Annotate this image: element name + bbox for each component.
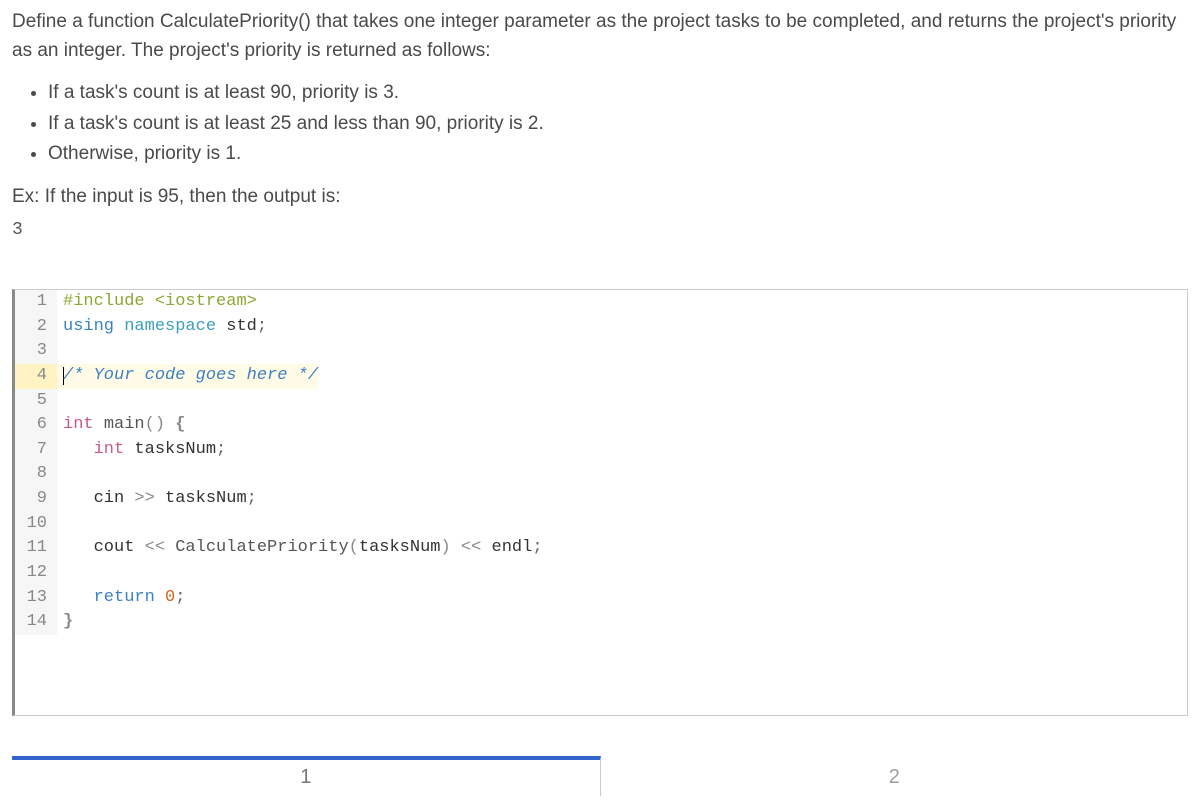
code-content[interactable]: using namespace std; [57,315,267,340]
code-line[interactable]: 5 [15,389,1187,414]
code-line[interactable]: 4 /* Your code goes here */ [15,364,1187,389]
code-token: ; [216,440,226,459]
line-number: 10 [15,512,57,537]
line-number: 2 [15,315,57,340]
code-line[interactable]: 6int main() { [15,413,1187,438]
code-token: #include [63,292,155,311]
code-token: main [104,415,145,434]
code-token [63,440,94,459]
code-token: cout [63,538,145,557]
code-token: namespace [124,317,226,336]
code-token: int [94,440,135,459]
code-token: std [226,317,257,336]
code-content[interactable]: int main() { [57,413,185,438]
code-line[interactable]: 2using namespace std; [15,315,1187,340]
code-token: () [145,415,176,434]
line-number: 8 [15,462,57,487]
problem-para1: Define a function CalculatePriority() th… [12,8,1188,65]
code-token: << [145,538,176,557]
line-number: 6 [15,413,57,438]
code-content[interactable] [57,462,73,487]
code-token: 0 [165,588,175,607]
code-token: tasksNum [134,440,216,459]
code-token: <iostream> [155,292,257,311]
code-token: /* Your code goes here */ [63,366,318,385]
code-token: ; [257,317,267,336]
code-line[interactable]: 8 [15,462,1187,487]
code-editor[interactable]: 1#include <iostream>2using namespace std… [12,289,1188,716]
page-tab-1[interactable]: 1 [12,756,601,796]
code-content[interactable]: /* Your code goes here */ [57,364,318,389]
code-content[interactable]: cin >> tasksNum; [57,487,257,512]
code-token: ( [349,538,359,557]
code-token: << [461,538,492,557]
code-content[interactable]: #include <iostream> [57,290,257,315]
code-line[interactable]: 14} [15,610,1187,635]
code-line[interactable]: 1#include <iostream> [15,290,1187,315]
line-number: 12 [15,561,57,586]
line-number: 11 [15,536,57,561]
rule-item: Otherwise, priority is 1. [48,140,1188,169]
code-line[interactable]: 9 cin >> tasksNum; [15,487,1187,512]
problem-statement: Define a function CalculatePriority() th… [12,8,1188,244]
line-number: 9 [15,487,57,512]
code-token: int [63,415,104,434]
code-line[interactable]: 10 [15,512,1187,537]
page-tab-2[interactable]: 2 [601,756,1189,796]
code-token: >> [134,489,165,508]
priority-rules-list: If a task's count is at least 90, priori… [48,79,1188,169]
code-token: cin [63,489,134,508]
code-token: return [94,588,165,607]
code-line[interactable]: 11 cout << CalculatePriority(tasksNum) <… [15,536,1187,561]
code-line[interactable]: 3 [15,339,1187,364]
line-number: 1 [15,290,57,315]
code-token [63,588,94,607]
code-content[interactable]: cout << CalculatePriority(tasksNum) << e… [57,536,543,561]
code-line[interactable]: 7 int tasksNum; [15,438,1187,463]
code-token: ) [441,538,461,557]
line-number: 13 [15,586,57,611]
line-number: 5 [15,389,57,414]
line-number: 14 [15,610,57,635]
code-content[interactable] [57,561,73,586]
line-number: 7 [15,438,57,463]
code-content[interactable]: } [57,610,73,635]
page-tabs: 1 2 [12,756,1188,796]
code-token: { [175,415,185,434]
rule-item: If a task's count is at least 90, priori… [48,79,1188,108]
code-content[interactable] [57,339,73,364]
code-token: tasksNum [165,489,247,508]
code-token: tasksNum [359,538,441,557]
code-content[interactable] [57,512,73,537]
example-intro: Ex: If the input is 95, then the output … [12,183,1188,212]
code-token: using [63,317,124,336]
code-content[interactable]: return 0; [57,586,185,611]
code-content[interactable] [57,389,73,414]
code-line[interactable]: 13 return 0; [15,586,1187,611]
code-token: ; [247,489,257,508]
code-content[interactable]: int tasksNum; [57,438,226,463]
code-token: CalculatePriority [175,538,348,557]
line-number: 3 [15,339,57,364]
line-number: 4 [15,364,57,389]
code-line[interactable]: 12 [15,561,1187,586]
code-token: } [63,612,73,631]
rule-item: If a task's count is at least 25 and les… [48,110,1188,139]
code-token: endl [492,538,533,557]
code-token: ; [175,588,185,607]
code-token: ; [532,538,542,557]
example-output: 3 [12,217,1188,244]
